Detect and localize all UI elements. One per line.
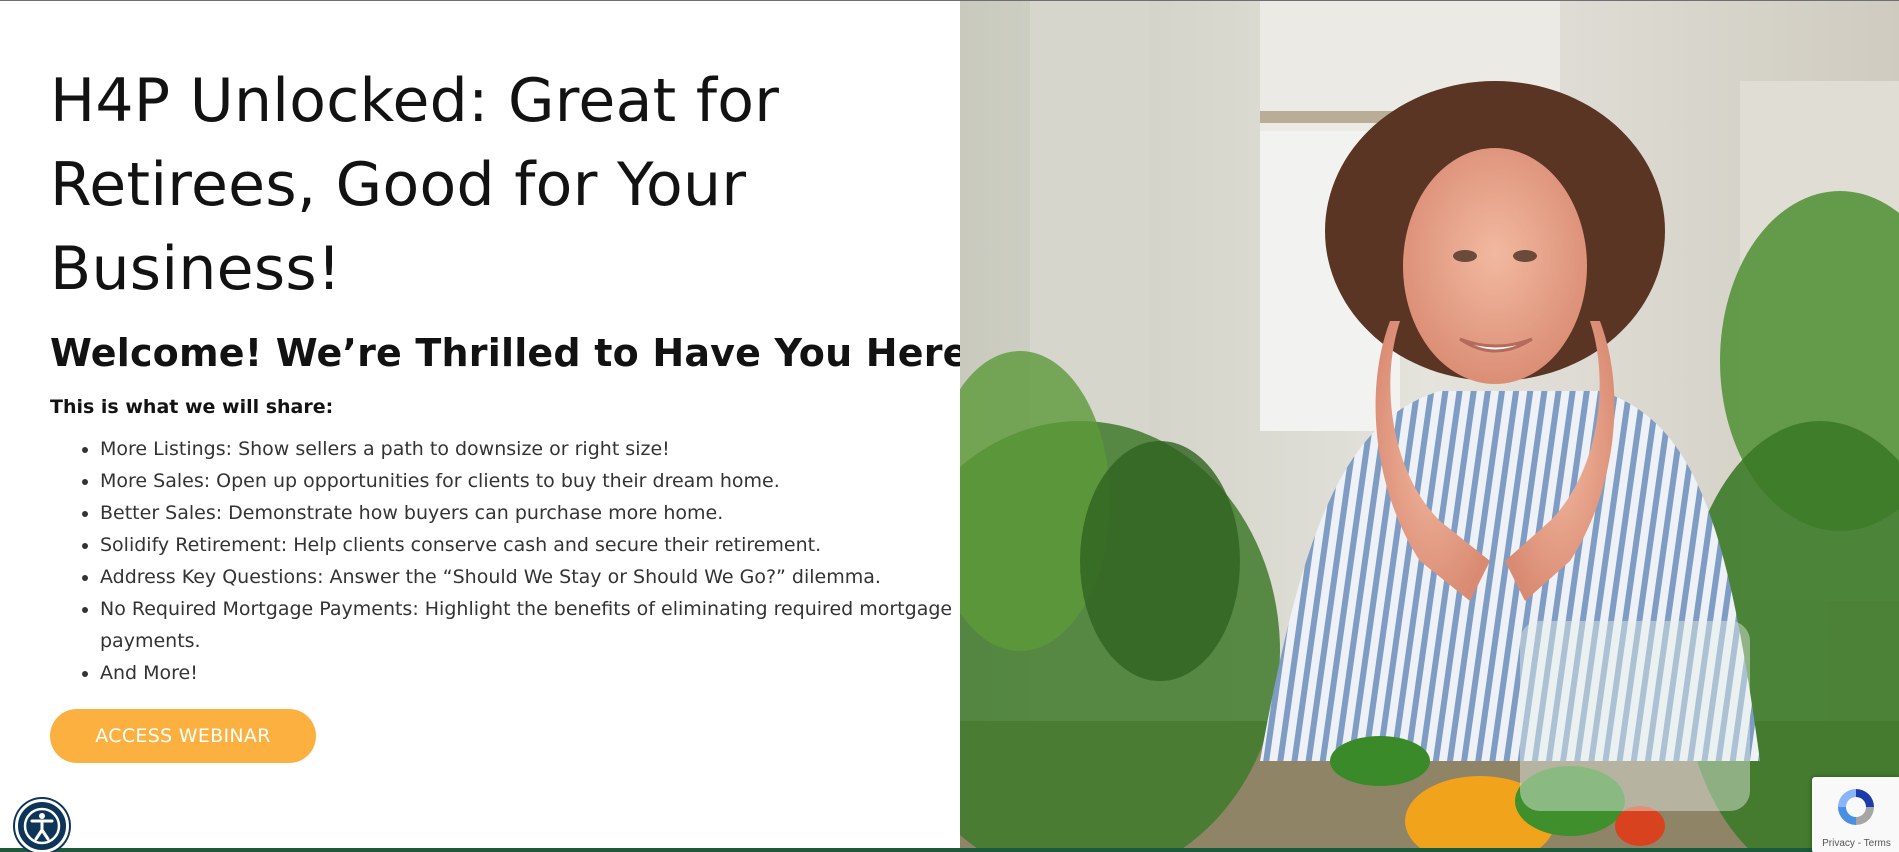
recaptcha-icon [1838, 789, 1874, 825]
page: H4P Unlocked: Great for Retirees, Good f… [0, 0, 1899, 852]
recaptcha-badge[interactable]: Privacy - Terms [1812, 777, 1899, 852]
list-item: No Required Mortgage Payments: Highlight… [100, 593, 960, 657]
list-item: Address Key Questions: Answer the “Shoul… [100, 561, 960, 593]
list-item: More Sales: Open up opportunities for cl… [100, 465, 960, 497]
terms-link[interactable]: Terms [1864, 838, 1891, 849]
page-title: H4P Unlocked: Great for Retirees, Good f… [50, 66, 780, 304]
welcome-heading: Welcome! We’re Thrilled to Have You Here… [50, 331, 987, 375]
footer-bar [0, 848, 1899, 852]
list-item: Better Sales: Demonstrate how buyers can… [100, 497, 960, 529]
list-item: More Listings: Show sellers a path to do… [100, 433, 960, 465]
smiling-retiree-photo [960, 1, 1899, 849]
accessibility-person-icon [23, 807, 61, 845]
accessibility-button[interactable] [15, 799, 69, 852]
recaptcha-links: Privacy - Terms [1816, 838, 1897, 849]
benefits-list: More Listings: Show sellers a path to do… [50, 433, 960, 689]
access-webinar-button[interactable]: ACCESS WEBINAR [50, 709, 316, 763]
separator: - [1854, 838, 1864, 849]
intro-text: This is what we will share: [50, 396, 334, 418]
privacy-link[interactable]: Privacy [1822, 838, 1855, 849]
list-item: And More! [100, 657, 960, 689]
hero-text-panel: H4P Unlocked: Great for Retirees, Good f… [0, 1, 987, 849]
list-item: Solidify Retirement: Help clients conser… [100, 529, 960, 561]
hero-photo [960, 1, 1899, 849]
